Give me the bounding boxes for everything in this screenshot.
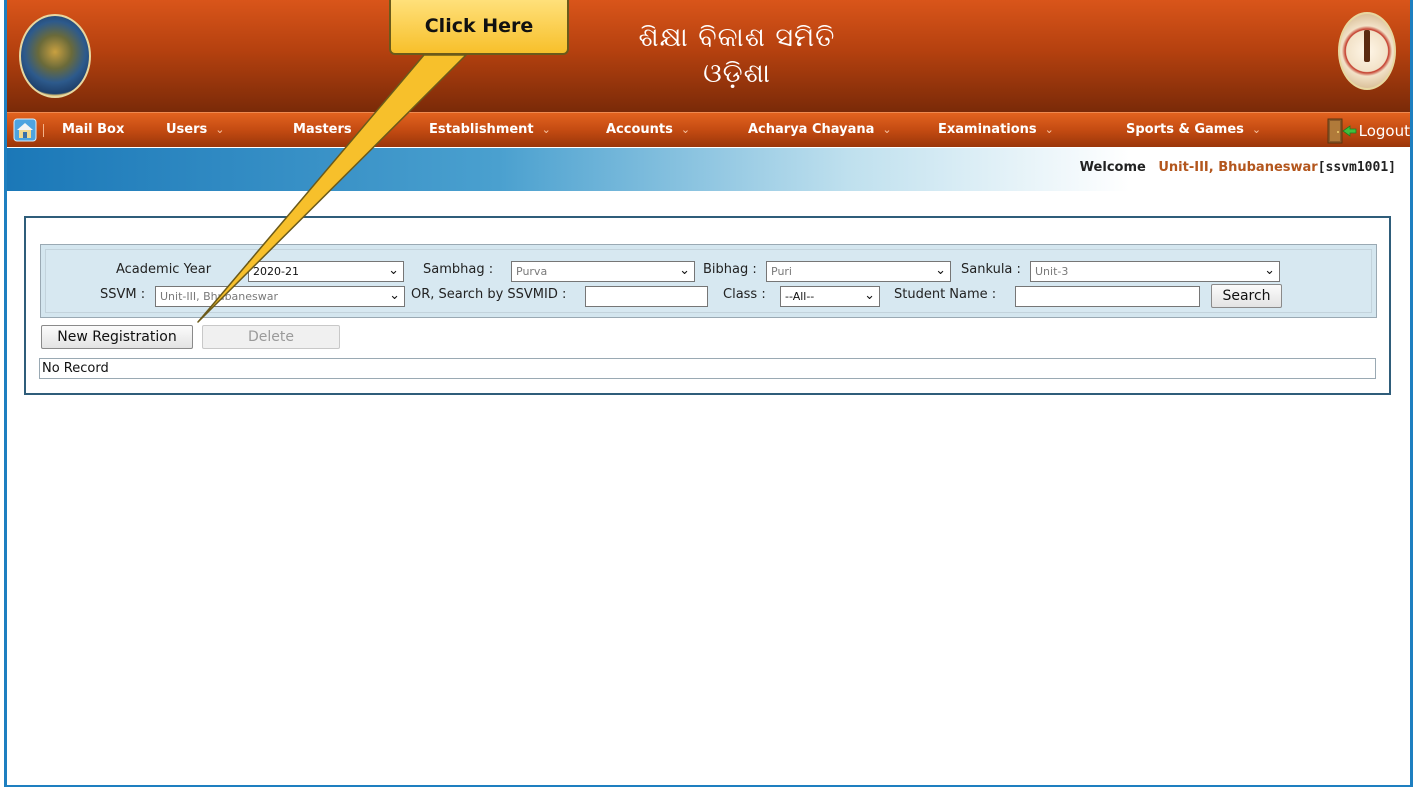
filter-inner: Academic Year 2020-21 ⌄ Sambhag : Purva ⌄ … [45, 249, 1372, 313]
chevron-down-icon: ⌄ [1044, 123, 1054, 136]
student-name-label: Student Name : [894, 287, 997, 302]
nav-item-users[interactable]: Users ⌄ [166, 122, 224, 137]
new-registration-button[interactable]: New Registration [41, 325, 193, 349]
student-name-input[interactable] [1015, 286, 1200, 307]
sankula-select[interactable]: Unit-3 ⌄ [1030, 261, 1280, 282]
ssvm-select[interactable]: Unit-III, Bhubaneswar ⌄ [155, 286, 405, 307]
chevron-down-icon: ⌄ [680, 123, 691, 136]
nav-item-mail-box[interactable]: Mail Box [62, 122, 124, 137]
sankula-label: Sankula : [961, 262, 1021, 277]
search-button[interactable]: Search [1211, 284, 1282, 308]
logout-label: Logout [1358, 122, 1410, 140]
class-label: Class : [723, 287, 766, 302]
chevron-down-icon: ⌄ [1251, 123, 1262, 136]
search-ssvmid-label: OR, Search by SSVMID : [411, 287, 567, 302]
sambhag-label: Sambhag : [423, 262, 494, 277]
chevron-down-icon: ⌄ [882, 123, 892, 136]
chevron-down-icon: ⌄ [215, 123, 225, 136]
class-select[interactable]: --All-- ⌄ [780, 286, 880, 307]
chevron-down-icon: ⌄ [935, 263, 946, 278]
academic-year-label: Academic Year [116, 262, 212, 277]
chevron-down-icon: ⌄ [864, 288, 875, 303]
bibhag-select[interactable]: Puri ⌄ [766, 261, 951, 282]
organization-logo-left [19, 14, 91, 98]
welcome-strip: Welcome Unit-III, Bhubaneswar[ssvm1001] [7, 148, 1410, 191]
nav-item-examinations[interactable]: Examinations ⌄ [938, 122, 1054, 137]
welcome-unit: Unit-III, Bhubaneswar [1158, 160, 1318, 175]
nav-item-masters[interactable]: Masters [293, 122, 352, 137]
filter-box: Academic Year 2020-21 ⌄ Sambhag : Purva ⌄ … [40, 244, 1377, 318]
logout-button[interactable]: Logout [1325, 118, 1410, 144]
no-record-text: No Record [42, 361, 109, 376]
site-title-line2: ଓଡ଼ିଶା [703, 58, 771, 89]
nav-separator [43, 124, 44, 137]
main-nav: Mail Box Users ⌄ Masters Establishment ⌄ A… [7, 112, 1410, 147]
ssvmid-input[interactable] [585, 286, 708, 307]
callout-text: Click Here [424, 15, 534, 37]
click-here-callout: Click Here [389, 0, 569, 55]
logout-door-icon [1327, 118, 1357, 144]
results-area: No Record [39, 358, 1376, 379]
academic-year-select[interactable]: 2020-21 ⌄ [248, 261, 404, 282]
nav-item-sports-games[interactable]: Sports & Games ⌄ [1126, 122, 1261, 137]
nav-item-establishment[interactable]: Establishment ⌄ [429, 122, 551, 137]
nav-item-acharya-chayana[interactable]: Acharya Chayana ⌄ [748, 122, 892, 137]
home-icon[interactable] [13, 118, 37, 142]
organization-logo-right [1338, 12, 1396, 90]
header-banner: ଶିକ୍ଷା ବିକାଶ ସମିତି ଓଡ଼ିଶା [7, 0, 1410, 112]
chevron-down-icon: ⌄ [679, 263, 690, 278]
welcome-code: [ssvm1001] [1317, 160, 1396, 175]
nav-item-accounts[interactable]: Accounts ⌄ [606, 122, 690, 137]
welcome-message: Welcome Unit-III, Bhubaneswar[ssvm1001] [1080, 160, 1396, 175]
chevron-down-icon: ⌄ [541, 123, 551, 136]
student-registration-panel: Academic Year 2020-21 ⌄ Sambhag : Purva ⌄ … [24, 216, 1391, 395]
site-title: ଶିକ୍ଷା ବିକାଶ ସମିତି ଓଡ଼ିଶା [587, 20, 887, 92]
ssvm-label: SSVM : [100, 287, 146, 302]
site-title-line1: ଶିକ୍ଷା ବିକାଶ ସମିତି [638, 22, 836, 53]
welcome-label: Welcome [1079, 160, 1146, 175]
chevron-down-icon: ⌄ [388, 263, 399, 278]
delete-button[interactable]: Delete [202, 325, 340, 349]
bibhag-label: Bibhag : [703, 262, 757, 277]
chevron-down-icon: ⌄ [1264, 263, 1275, 278]
chevron-down-icon: ⌄ [389, 288, 400, 303]
sambhag-select[interactable]: Purva ⌄ [511, 261, 695, 282]
